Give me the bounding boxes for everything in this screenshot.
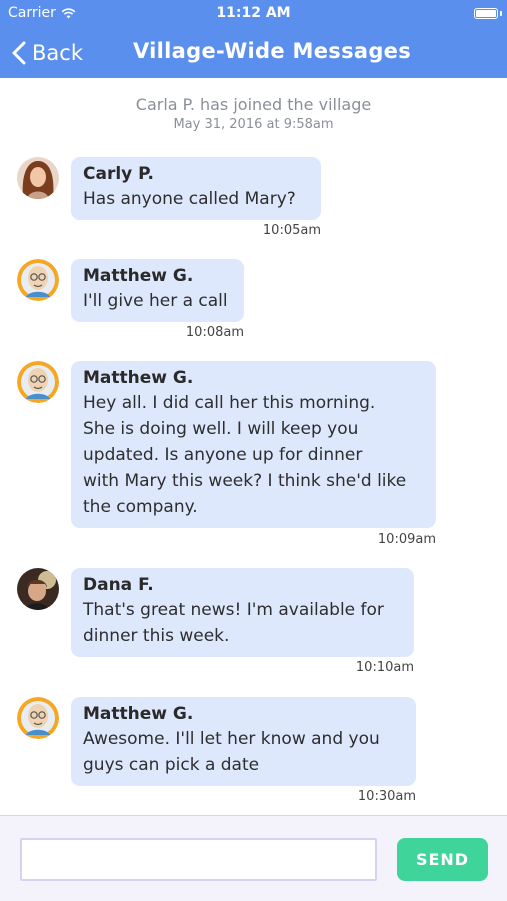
message-input[interactable] (20, 838, 377, 881)
system-message: Carla P. has joined the village May 31, … (0, 95, 507, 132)
avatar[interactable] (17, 568, 59, 610)
send-button[interactable]: SEND (397, 838, 488, 881)
message-text: Has anyone called Mary? (83, 186, 309, 212)
message-line: with Mary this week? I think she'd like (83, 471, 407, 491)
message-line: I'll give her a call (83, 291, 228, 311)
message-time: 10:08am (185, 325, 244, 340)
message-bubble: Dana F. That's great news! I'm available… (71, 568, 414, 657)
message-time: 10:05am (262, 223, 321, 238)
message-line: She is doing well. I will keep you (83, 419, 359, 439)
status-time: 11:12 AM (216, 5, 291, 21)
message-sender: Matthew G. (83, 368, 194, 388)
battery-tip (500, 11, 502, 16)
system-message-text: Carla P. has joined the village (135, 95, 372, 114)
message-text: Hey all. I did call her this morning. Sh… (83, 390, 424, 520)
back-label: Back (32, 41, 83, 65)
system-message-date: May 31, 2016 at 9:58am (173, 117, 334, 132)
avatar[interactable] (17, 361, 59, 403)
message-line: Hey all. I did call her this morning. (83, 393, 376, 413)
avatar[interactable] (17, 697, 59, 739)
photo-avatar-icon (17, 157, 59, 199)
message-line: the company. (83, 497, 198, 517)
message-bubble: Matthew G. Awesome. I'll let her know an… (71, 697, 416, 786)
nav-bar: Back Village-Wide Messages (0, 28, 507, 78)
message-time: 10:10am (355, 660, 414, 675)
message-bubble: Matthew G. Hey all. I did call her this … (71, 361, 436, 528)
message-text: That's great news! I'm available for din… (83, 597, 402, 649)
status-bar: Carrier 11:12 AM (0, 0, 507, 28)
message-line: dinner this week. (83, 626, 230, 646)
chevron-left-icon (12, 41, 26, 65)
message-bubble: Matthew G. I'll give her a call (71, 259, 244, 322)
battery-icon (474, 8, 498, 19)
avatar[interactable] (17, 259, 59, 301)
message-line: Awesome. I'll let her know and you (83, 729, 380, 749)
photo-avatar-icon (17, 568, 59, 610)
back-button[interactable]: Back (12, 38, 83, 68)
message-text: Awesome. I'll let her know and you guys … (83, 726, 404, 778)
message-line: That's great news! I'm available for (83, 600, 384, 620)
message-time: 10:09am (377, 532, 436, 547)
cartoon-avatar-icon (17, 361, 59, 403)
message-line: Has anyone called Mary? (83, 189, 296, 209)
page-title: Village-Wide Messages (133, 39, 412, 63)
avatar[interactable] (17, 157, 59, 199)
message-sender: Matthew G. (83, 266, 194, 286)
message-text: I'll give her a call (83, 288, 232, 314)
cartoon-avatar-icon (17, 259, 59, 301)
message-sender: Carly P. (83, 164, 154, 184)
message-sender: Dana F. (83, 575, 154, 595)
message-line: guys can pick a date (83, 755, 260, 775)
message-bubble: Carly P. Has anyone called Mary? (71, 157, 321, 220)
compose-bar: SEND (0, 815, 507, 901)
message-time: 10:30am (357, 789, 416, 804)
message-sender: Matthew G. (83, 704, 194, 724)
message-line: updated. Is anyone up for dinner (83, 445, 363, 465)
cartoon-avatar-icon (17, 697, 59, 739)
